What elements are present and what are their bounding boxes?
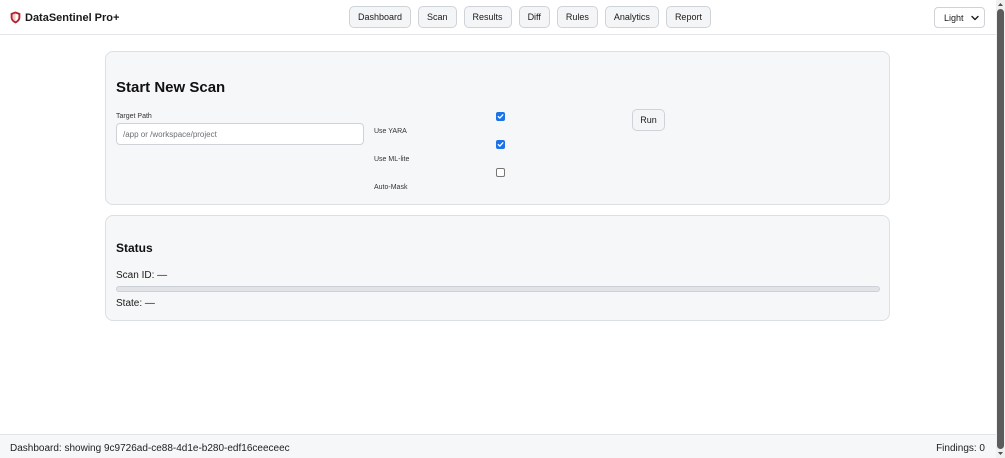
check-icon (497, 142, 504, 147)
nav-analytics-button[interactable]: Analytics (604, 6, 659, 28)
start-scan-card: Start New Scan Target Path Use YARA Use … (105, 51, 890, 205)
auto-mask-checkbox[interactable] (496, 168, 505, 177)
header-bar: DataSentinel Pro+ Dashboard Scan Results… (0, 0, 996, 35)
nav-rules-button[interactable]: Rules (556, 6, 598, 28)
scrollbar-thumb[interactable] (997, 9, 1004, 449)
auto-mask-label: Auto-Mask (374, 184, 408, 191)
app-window: DataSentinel Pro+ Dashboard Scan Results… (0, 0, 996, 458)
theme-select-value: Light (944, 12, 964, 23)
chevron-down-icon (971, 15, 979, 21)
check-icon (497, 114, 504, 119)
use-yara-checkbox[interactable] (496, 112, 505, 121)
start-scan-title: Start New Scan (116, 79, 226, 96)
nav-report-button[interactable]: Report (665, 6, 711, 28)
scroll-down-arrow-icon[interactable] (997, 450, 1004, 457)
nav-dashboard-button[interactable]: Dashboard (349, 6, 412, 28)
target-path-input[interactable] (116, 123, 364, 145)
findings-count: Findings: 0 (936, 443, 985, 454)
status-bar: Dashboard: showing 9c9726ad-ce88-4d1e-b2… (0, 434, 996, 458)
nav-diff-button[interactable]: Diff (518, 6, 550, 28)
nav-results-button[interactable]: Results (463, 6, 512, 28)
status-card: Status Scan ID: — State: — (105, 215, 890, 321)
use-ml-lite-checkbox[interactable] (496, 140, 505, 149)
shield-icon (10, 11, 21, 24)
theme-select[interactable]: Light (934, 7, 985, 28)
vertical-scrollbar[interactable] (996, 0, 1005, 458)
app-title: DataSentinel Pro+ (25, 11, 120, 24)
scroll-up-arrow-icon[interactable] (997, 1, 1004, 8)
main-nav: Dashboard Scan Results Diff Rules Analyt… (349, 6, 718, 28)
scan-state-text: State: — (116, 298, 155, 309)
use-ml-lite-label: Use ML-lite (374, 156, 410, 163)
target-path-label: Target Path (116, 113, 152, 120)
scan-id-text: Scan ID: — (116, 270, 168, 281)
nav-scan-button[interactable]: Scan (418, 6, 457, 28)
footer-context-text: Dashboard: showing 9c9726ad-ce88-4d1e-b2… (10, 443, 290, 454)
run-button[interactable]: Run (632, 109, 665, 131)
status-title: Status (116, 241, 153, 255)
scan-progress-bar (116, 286, 880, 292)
use-yara-label: Use YARA (374, 128, 407, 135)
brand[interactable]: DataSentinel Pro+ (10, 11, 119, 24)
